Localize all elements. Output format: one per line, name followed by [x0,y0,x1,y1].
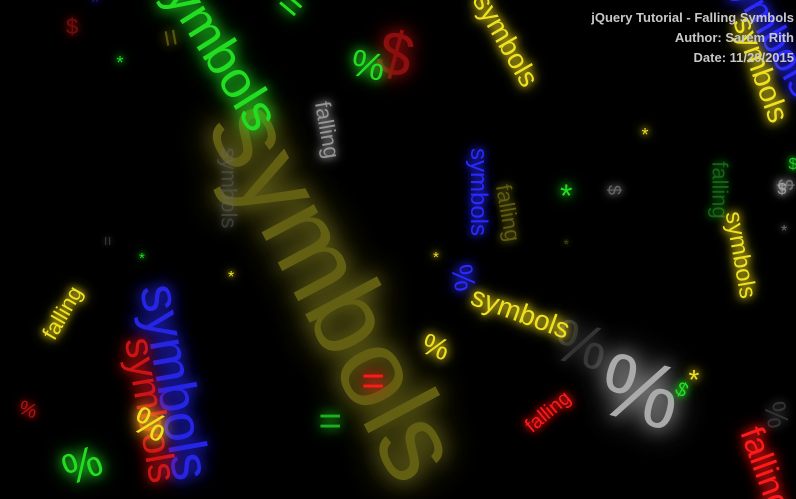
symbols-word: symbols [466,0,545,92]
equals-symbol: = [361,359,385,403]
asterisk-symbol: * [781,223,788,240]
equals-symbol: = [98,236,116,246]
asterisk-symbol: * [433,248,439,266]
asterisk-symbol: * [139,249,145,267]
tutorial-title: jQuery Tutorial - Falling Symbols [591,10,794,25]
falling-word: falling [707,161,733,219]
asterisk-symbol: * [116,53,124,73]
symbols-word: symbols [466,280,574,345]
falling-word: falling [521,386,576,438]
author-line: Author: Sarem Rith [674,30,794,45]
falling-word: falling [490,182,526,244]
falling-symbols-canvas: symbols symbols% $ symbols symbols falling sym… [0,0,796,499]
dollar-symbol: $ [788,156,796,173]
equals-symbol: = [267,0,314,30]
asterisk-symbol: * [688,364,700,395]
symbols-word: symbols [215,147,241,229]
asterisk-symbol: * [560,178,573,214]
asterisk-symbol: * [641,125,649,145]
equals-symbol: = [318,399,342,443]
date-line: Date: 11/20/2015 [693,50,794,65]
dollar-symbol: $ [777,181,787,198]
percent-symbol: % [15,396,41,424]
symbols-word: symbols [465,147,493,237]
falling-word: falling [731,421,796,499]
asterisk-symbol: * [90,0,100,16]
asterisk-symbol: * [228,269,235,286]
symbols-word: symbols [139,0,290,142]
dollar-symbol: $ [66,14,79,39]
falling-word: falling [36,281,88,344]
symbols-word: symbols [719,209,762,301]
percent-symbol: % [55,435,109,496]
dollar-symbol: $ [604,184,625,196]
info-panel: jQuery Tutorial - Falling Symbols Author… [591,8,794,68]
asterisk-symbol: * [563,236,569,252]
